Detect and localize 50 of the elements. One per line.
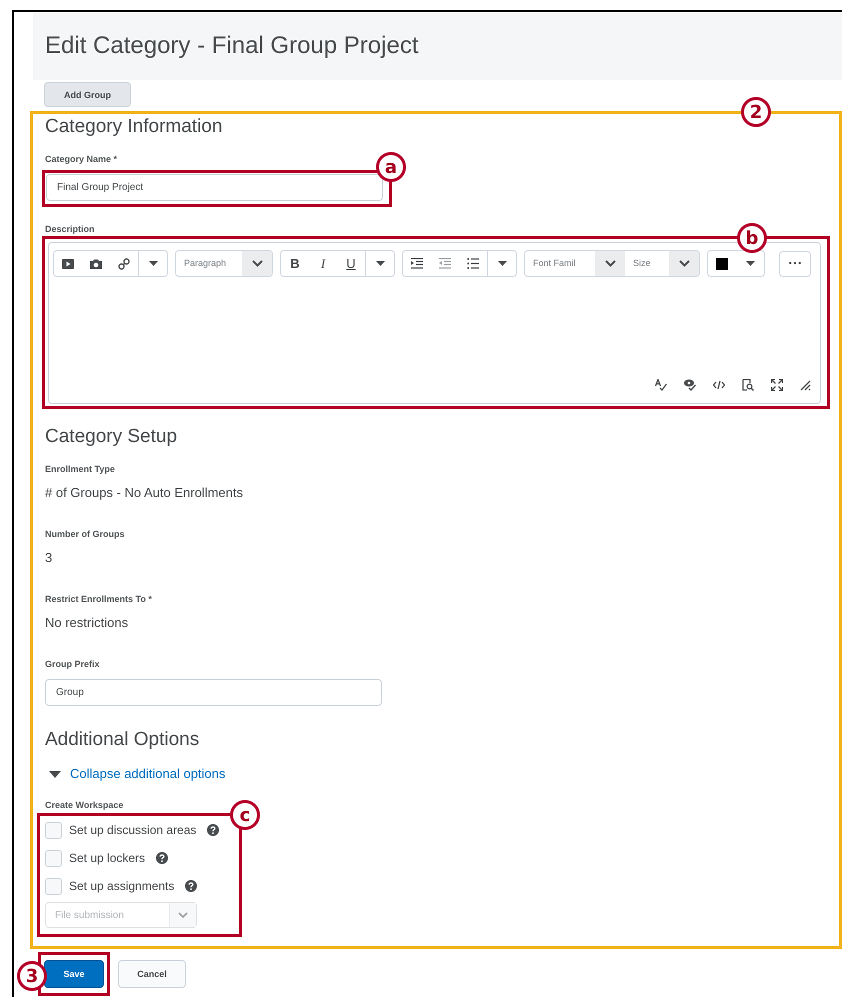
checkbox[interactable] <box>45 850 62 866</box>
source-code-icon[interactable] <box>713 380 725 390</box>
resize-handle-icon[interactable] <box>800 380 811 390</box>
spellcheck-icon[interactable] <box>655 379 667 391</box>
field-label: Create Workspace <box>45 799 124 811</box>
save-button[interactable]: Save <box>44 960 104 988</box>
field-label: Enrollment Type <box>45 463 116 475</box>
callout-marker: 2 <box>741 97 771 127</box>
help-icon[interactable] <box>185 880 198 892</box>
callout-marker: 3 <box>17 961 47 991</box>
chevron-icon[interactable] <box>595 251 625 276</box>
callout-marker: b <box>737 223 767 253</box>
chevron-icon[interactable] <box>669 251 699 276</box>
section-heading: Category Information <box>45 115 224 139</box>
accessibility-check-icon[interactable] <box>684 379 696 391</box>
field-value: # of Groups - No Auto Enrollments <box>45 484 244 502</box>
field-label: Description <box>45 223 96 235</box>
checkbox[interactable] <box>45 822 62 838</box>
chevron-icon[interactable] <box>242 251 272 276</box>
more-button[interactable]: ••• <box>779 250 811 276</box>
field-value: No restrictions <box>45 614 130 632</box>
field-value: 3 <box>45 549 54 567</box>
preview-icon[interactable] <box>742 379 754 391</box>
caret-icon[interactable] <box>49 770 61 778</box>
font-family-dropdown[interactable]: Font Famil <box>525 251 595 276</box>
bold-button[interactable]: B <box>281 251 309 276</box>
checkbox[interactable] <box>45 878 62 894</box>
field-label: Group Prefix <box>45 658 101 670</box>
field-label: Restrict Enrollments To * <box>45 593 153 605</box>
section-heading: Additional Options <box>45 728 200 752</box>
field-label: Category Name * <box>45 153 118 165</box>
field-label: Number of Groups <box>45 528 126 540</box>
callout-marker: c <box>230 800 260 830</box>
input-field[interactable]: Final Group Project <box>46 174 383 201</box>
checkbox-label[interactable]: Set up discussion areas <box>69 823 196 837</box>
section-heading: Category Setup <box>45 425 178 449</box>
checkbox-label[interactable]: Set up assignments <box>69 879 174 893</box>
help-icon[interactable] <box>156 852 168 864</box>
fullscreen-icon[interactable] <box>771 379 783 391</box>
italic-button[interactable]: I <box>309 251 337 276</box>
checkbox-label[interactable]: Set up lockers <box>69 851 146 865</box>
help-icon[interactable] <box>207 824 220 836</box>
input-field[interactable]: Group <box>45 679 382 706</box>
cancel-button[interactable]: Cancel <box>118 960 186 988</box>
callout-marker: a <box>376 152 406 182</box>
page-title: Edit Category - Final Group Project <box>45 32 418 60</box>
add-group-button[interactable]: Add Group <box>44 82 131 107</box>
font-size-dropdown[interactable]: Size <box>625 251 669 276</box>
collapse-link[interactable]: Collapse additional options <box>70 765 226 783</box>
underline-button[interactable]: U <box>337 251 365 276</box>
